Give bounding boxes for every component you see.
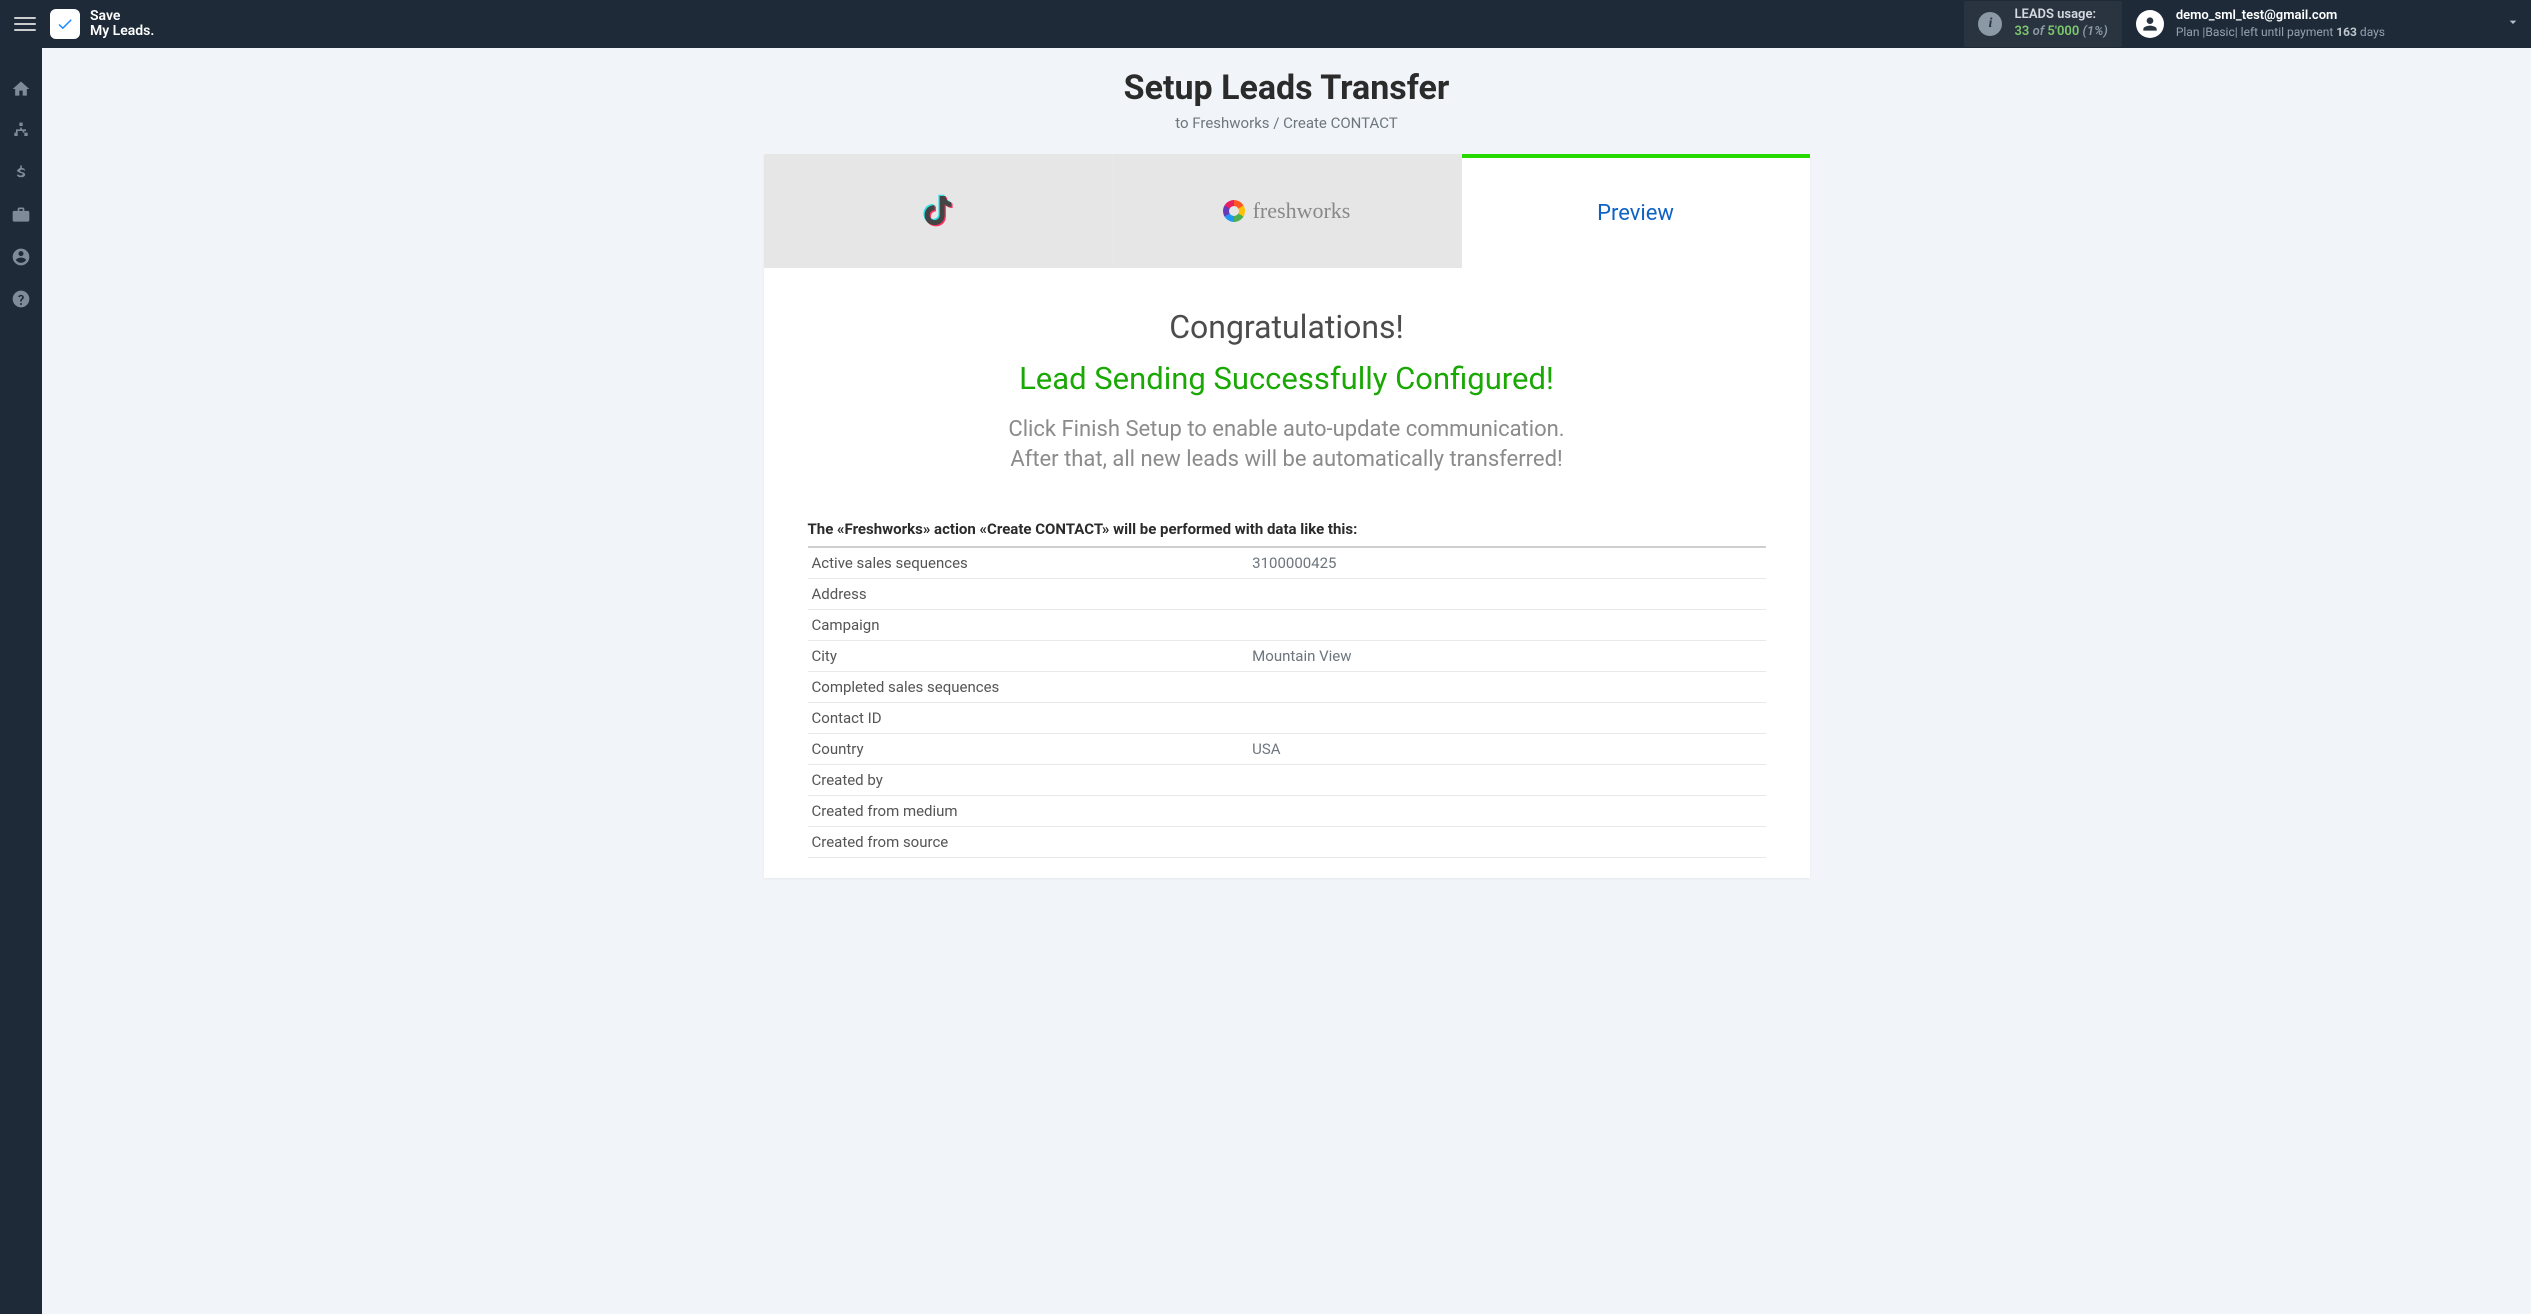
tab-label-preview: Preview	[1597, 201, 1674, 226]
helper-text: Click Finish Setup to enable auto-update…	[808, 415, 1766, 474]
tab-preview[interactable]: Preview	[1462, 154, 1810, 268]
user-circle-icon[interactable]	[10, 246, 32, 268]
table-row: Completed sales sequences	[808, 672, 1766, 703]
field-name: Country	[808, 734, 1249, 765]
table-row: Active sales sequences3100000425	[808, 548, 1766, 579]
topbar: Save My Leads. i LEADS usage: 33 of 5'00…	[0, 0, 2531, 48]
field-name: Contact ID	[808, 703, 1249, 734]
preview-table: Active sales sequences3100000425AddressC…	[808, 548, 1766, 858]
field-value	[1248, 610, 1765, 641]
tabs: freshworks Preview	[764, 154, 1810, 268]
table-row: Created from medium	[808, 796, 1766, 827]
success-message: Lead Sending Successfully Configured!	[808, 360, 1766, 397]
field-value: Mountain View	[1248, 641, 1765, 672]
account-menu[interactable]: demo_sml_test@gmail.com Plan |Basic| lef…	[2136, 8, 2385, 40]
field-name: Created by	[808, 765, 1249, 796]
tiktok-icon	[918, 188, 958, 234]
field-name: Active sales sequences	[808, 548, 1249, 579]
action-description: The «Freshworks» action «Create CONTACT»…	[808, 520, 1766, 548]
field-value	[1248, 703, 1765, 734]
field-value: 3100000425	[1248, 548, 1765, 579]
sitemap-icon[interactable]	[10, 120, 32, 142]
tab-freshworks[interactable]: freshworks	[1113, 154, 1462, 268]
freshworks-label: freshworks	[1253, 198, 1351, 224]
table-row: CountryUSA	[808, 734, 1766, 765]
usage-value: 33 of 5'000 (1%)	[2014, 24, 2107, 41]
field-name: Created from medium	[808, 796, 1249, 827]
logo-icon	[50, 9, 80, 39]
usage-label: LEADS usage:	[2014, 7, 2107, 24]
account-text: demo_sml_test@gmail.com Plan |Basic| lef…	[2176, 8, 2385, 40]
hamburger-menu-icon[interactable]	[14, 13, 36, 35]
field-value	[1248, 827, 1765, 858]
preview-body: Congratulations! Lead Sending Successful…	[764, 268, 1810, 878]
field-value	[1248, 765, 1765, 796]
table-row: Campaign	[808, 610, 1766, 641]
logo[interactable]: Save My Leads.	[50, 9, 154, 40]
tab-tiktok[interactable]	[764, 154, 1113, 268]
field-value	[1248, 796, 1765, 827]
field-value: USA	[1248, 734, 1765, 765]
congrats-heading: Congratulations!	[808, 308, 1766, 346]
chevron-down-icon[interactable]	[2505, 14, 2521, 34]
table-row: CityMountain View	[808, 641, 1766, 672]
field-name: Campaign	[808, 610, 1249, 641]
main-content: Setup Leads Transfer to Freshworks / Cre…	[42, 48, 2531, 1314]
sidebar	[0, 48, 42, 1314]
help-icon[interactable]	[10, 288, 32, 310]
field-name: City	[808, 641, 1249, 672]
leads-usage: i LEADS usage: 33 of 5'000 (1%)	[1964, 1, 2121, 47]
field-value	[1248, 579, 1765, 610]
freshworks-icon	[1223, 200, 1245, 222]
table-row: Contact ID	[808, 703, 1766, 734]
field-name: Address	[808, 579, 1249, 610]
info-icon: i	[1978, 12, 2002, 36]
setup-card: freshworks Preview Congratulations! Lead…	[764, 154, 1810, 878]
briefcase-icon[interactable]	[10, 204, 32, 226]
table-row: Address	[808, 579, 1766, 610]
field-name: Completed sales sequences	[808, 672, 1249, 703]
dollar-icon[interactable]	[10, 162, 32, 184]
field-name: Created from source	[808, 827, 1249, 858]
page-title: Setup Leads Transfer	[42, 68, 2531, 108]
field-value	[1248, 672, 1765, 703]
avatar-icon	[2136, 10, 2164, 38]
logo-text: Save My Leads.	[90, 9, 154, 40]
home-icon[interactable]	[10, 78, 32, 100]
page-subtitle: to Freshworks / Create CONTACT	[42, 114, 2531, 132]
table-row: Created by	[808, 765, 1766, 796]
table-row: Created from source	[808, 827, 1766, 858]
